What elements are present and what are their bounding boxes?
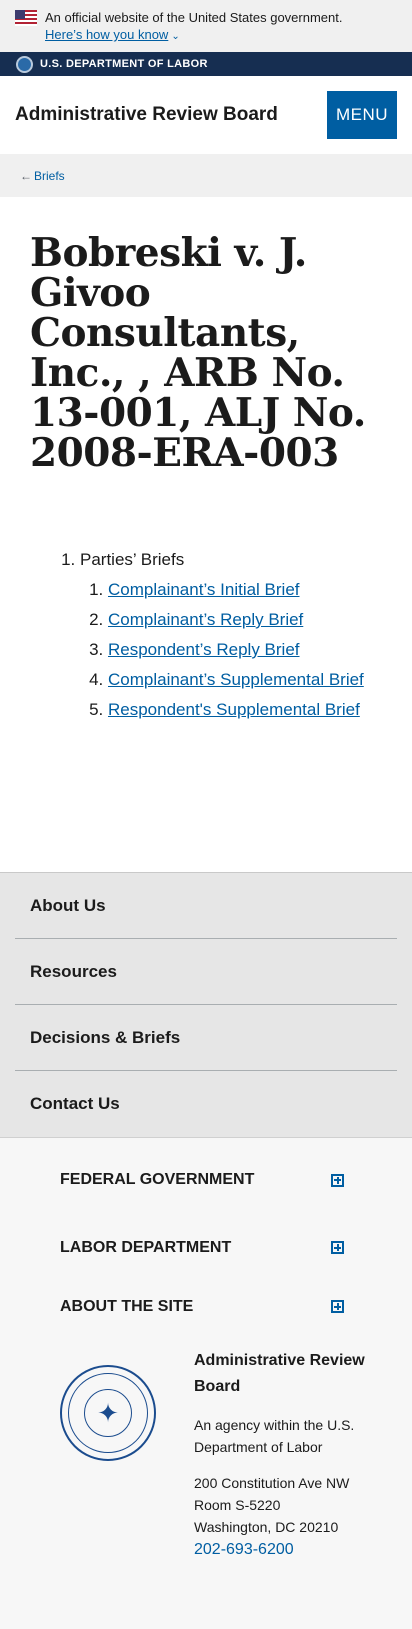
dol-seal-icon [16, 55, 33, 73]
heres-how-you-know-link[interactable]: Here’s how you know ⌄ [45, 27, 180, 42]
site-header: Administrative Review Board MENU [0, 76, 412, 154]
address-line: Room S-5220 [194, 1497, 281, 1513]
dol-seal-icon[interactable]: ✦ [60, 1365, 156, 1461]
accordion-label: LABOR DEPARTMENT [60, 1238, 232, 1256]
agency-address: 200 Constitution Ave NW Room S-5220 Wash… [194, 1472, 382, 1562]
footer-nav-decisions-briefs[interactable]: Decisions & Briefs [15, 1005, 397, 1071]
accordion-label: FEDERAL GOVERNMENT [60, 1171, 255, 1188]
accordion-federal-government[interactable]: FEDERAL GOVERNMENT [60, 1162, 352, 1198]
list-item: Respondent's Supplemental Brief [108, 697, 382, 723]
agency-name: Administrative Review Board [194, 1352, 365, 1395]
brief-link[interactable]: Respondent’s Reply Brief [108, 640, 300, 659]
gov-banner: An official website of the United States… [0, 0, 412, 52]
list-item: Complainant’s Initial Brief [108, 577, 382, 603]
eagle-icon: ✦ [84, 1389, 132, 1437]
agency-subtitle: An agency within the U.S. Department of … [194, 1417, 355, 1455]
brief-link[interactable]: Respondent's Supplemental Brief [108, 700, 360, 719]
footer-nav-resources[interactable]: Resources [15, 939, 397, 1005]
brief-link[interactable]: Complainant’s Initial Brief [108, 580, 300, 599]
agency-info: Administrative Review Board An agency wi… [194, 1348, 382, 1570]
footer-nav-contact-us[interactable]: Contact Us [15, 1071, 397, 1137]
arrow-left-icon: ← [20, 168, 32, 183]
accordion-about-the-site[interactable]: ABOUT THE SITE [60, 1277, 352, 1336]
breadcrumb-link-briefs[interactable]: Briefs [34, 169, 65, 183]
gov-banner-text: An official website of the United States… [45, 10, 343, 25]
plus-icon[interactable] [331, 1173, 344, 1187]
address-line: Washington, DC 20210 [194, 1519, 339, 1535]
brief-sublist: Complainant’s Initial Brief Complainant’… [80, 577, 382, 723]
list-item: Complainant’s Supplemental Brief [108, 667, 382, 693]
footer-nav-about-us[interactable]: About Us [15, 873, 397, 939]
site-title[interactable]: Administrative Review Board [15, 104, 278, 126]
list-item: Parties’ Briefs Complainant’s Initial Br… [80, 547, 382, 723]
list-item: Respondent’s Reply Brief [108, 637, 382, 663]
menu-button[interactable]: MENU [327, 91, 397, 139]
brief-list: Parties’ Briefs Complainant’s Initial Br… [30, 547, 382, 723]
section-label: Parties’ Briefs [80, 550, 185, 569]
heres-how-you-know-label: Here’s how you know [45, 27, 169, 42]
us-flag-icon [15, 10, 37, 26]
agency-info-block: ✦ Administrative Review Board An agency … [0, 1336, 412, 1586]
list-item: Complainant’s Reply Brief [108, 607, 382, 633]
dol-bar-text[interactable]: U.S. DEPARTMENT OF LABOR [40, 58, 208, 70]
plus-icon[interactable] [331, 1300, 344, 1313]
footer-nav: About Us Resources Decisions & Briefs Co… [0, 872, 412, 1137]
accordion-labor-department[interactable]: LABOR DEPARTMENT [60, 1218, 352, 1277]
chevron-down-icon: ⌄ [171, 31, 180, 42]
address-line: 200 Constitution Ave NW [194, 1475, 350, 1491]
brief-link[interactable]: Complainant’s Supplemental Brief [108, 670, 364, 689]
breadcrumb: ← Briefs [0, 154, 412, 197]
plus-icon[interactable] [331, 1241, 344, 1254]
main-content: Bobreski v. J. Givoo Consultants, Inc., … [0, 197, 412, 872]
agency-phone-link[interactable]: 202-693-6200 [194, 1538, 382, 1562]
footer-accordion: FEDERAL GOVERNMENT LABOR DEPARTMENT ABOU… [0, 1137, 412, 1336]
brief-link[interactable]: Complainant’s Reply Brief [108, 610, 303, 629]
accordion-label: ABOUT THE SITE [60, 1297, 194, 1315]
dol-bar: U.S. DEPARTMENT OF LABOR [0, 52, 412, 76]
page-title: Bobreski v. J. Givoo Consultants, Inc., … [30, 230, 366, 476]
